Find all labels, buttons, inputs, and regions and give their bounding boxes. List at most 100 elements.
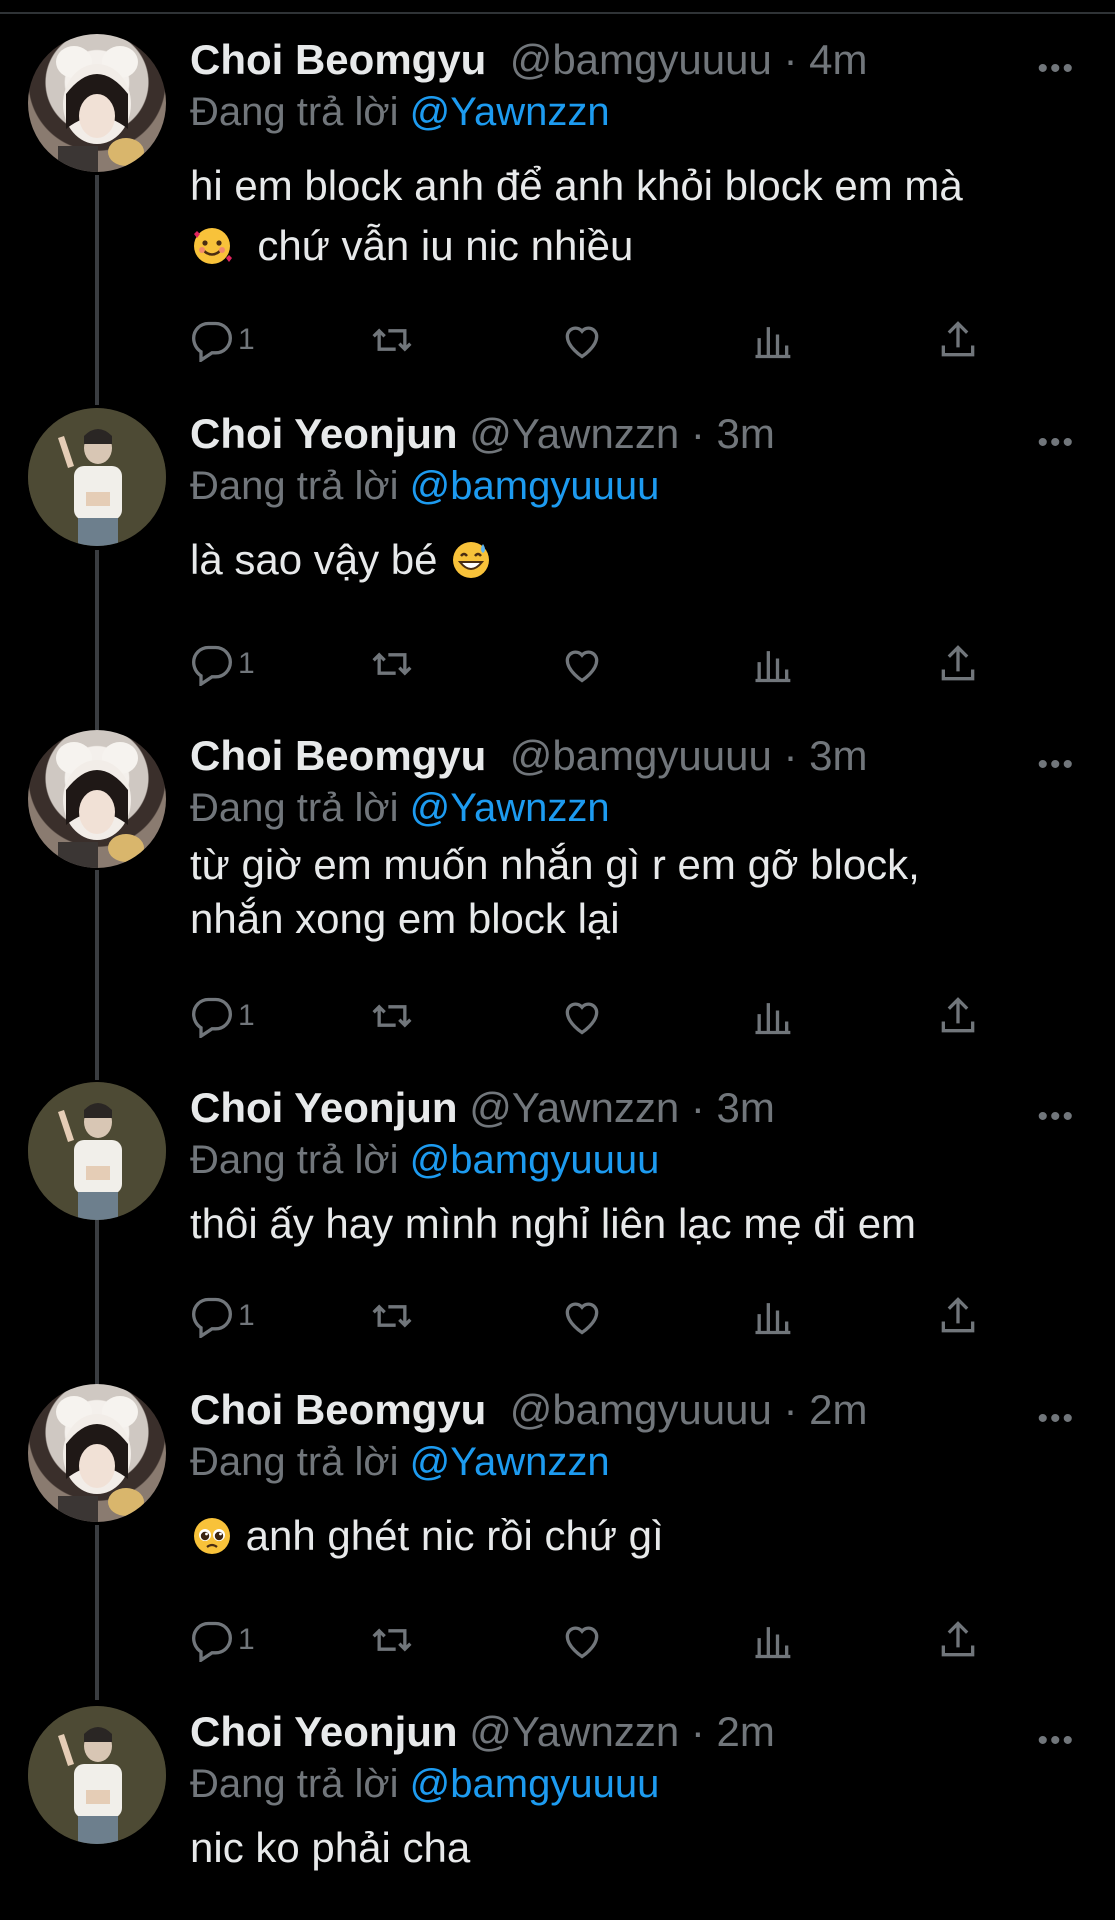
like-button[interactable] — [560, 316, 604, 364]
author-handle[interactable]: @bamgyuuuu — [510, 1386, 772, 1433]
smiling-face-with-hearts-icon — [194, 228, 232, 264]
views-button[interactable] — [750, 640, 794, 688]
tweet-text: là sao vậy bé — [190, 530, 1080, 590]
tweet-actions: 1 — [190, 316, 1010, 364]
like-button[interactable] — [560, 640, 604, 688]
tweet-text-line: thôi ấy hay mình nghỉ liên lạc mẹ đi em — [190, 1200, 917, 1247]
share-button[interactable] — [936, 1292, 980, 1340]
reply-thread: Choi Beomgyu @bamgyuuuu · 4m ••• Đang tr… — [0, 0, 1115, 1920]
separator: · — [690, 1084, 705, 1131]
reply-button[interactable]: 1 — [190, 1616, 255, 1664]
reply-button[interactable]: 1 — [190, 640, 255, 688]
retweet-button[interactable] — [370, 640, 414, 688]
mention-link[interactable]: @bamgyuuuu — [410, 464, 660, 508]
like-button[interactable] — [560, 992, 604, 1040]
more-options-icon[interactable]: ••• — [1037, 426, 1075, 460]
avatar[interactable] — [28, 408, 166, 546]
tweet-text-line: nic ko phải cha — [190, 1824, 471, 1871]
avatar[interactable] — [28, 730, 166, 868]
reply-button[interactable]: 1 — [190, 992, 255, 1040]
tweet-text-line: hi em block anh để anh khỏi block em mà — [190, 162, 963, 209]
reply-count: 1 — [238, 647, 255, 680]
avatar[interactable] — [28, 1706, 166, 1844]
more-options-icon[interactable]: ••• — [1037, 1100, 1075, 1134]
mention-link[interactable]: @bamgyuuuu — [410, 1762, 660, 1806]
retweet-button[interactable] — [370, 316, 414, 364]
replying-to: Đang trả lời @bamgyuuuu — [190, 1134, 659, 1186]
reply-count: 1 — [238, 999, 255, 1032]
reply-button[interactable]: 1 — [190, 1292, 255, 1340]
retweet-icon — [372, 1628, 412, 1652]
thread-line — [95, 175, 99, 405]
mention-link[interactable]: @bamgyuuuu — [410, 1138, 660, 1182]
separator: · — [690, 1708, 705, 1755]
author-handle[interactable]: @Yawnzzn — [469, 1708, 679, 1755]
pleading-face-icon — [194, 1518, 230, 1554]
mention-link[interactable]: @Yawnzzn — [410, 1440, 610, 1484]
heart-icon — [565, 326, 599, 359]
views-button[interactable] — [750, 1292, 794, 1340]
author-name[interactable]: Choi Yeonjun — [190, 1708, 458, 1755]
heart-icon — [565, 1302, 599, 1335]
replying-prefix: Đang trả lời — [190, 1138, 399, 1182]
replying-to: Đang trả lời @bamgyuuuu — [190, 460, 659, 512]
tweet-text-segment: chứ vẫn iu nic nhiều — [257, 222, 634, 269]
timestamp[interactable]: 3m — [809, 732, 867, 779]
mention-link[interactable]: @Yawnzzn — [410, 90, 610, 134]
author-handle[interactable]: @bamgyuuuu — [510, 36, 772, 83]
tweet-text-line: từ giờ em muốn nhắn gì r em gỡ block, — [190, 841, 920, 888]
author-name[interactable]: Choi Beomgyu — [190, 1386, 486, 1433]
mention-link[interactable]: @Yawnzzn — [410, 786, 610, 830]
like-button[interactable] — [560, 1292, 604, 1340]
retweet-button[interactable] — [370, 1616, 414, 1664]
views-button[interactable] — [750, 1616, 794, 1664]
top-divider — [0, 0, 1115, 14]
tweet-text-line: là sao vậy bé — [190, 530, 1080, 590]
tweet-text: anh ghét nic rồi chứ gì — [190, 1506, 1080, 1566]
retweet-button[interactable] — [370, 1292, 414, 1340]
avatar[interactable] — [28, 1082, 166, 1220]
analytics-icon — [755, 651, 791, 683]
author-handle[interactable]: @Yawnzzn — [469, 410, 679, 457]
more-options-icon[interactable]: ••• — [1037, 1724, 1075, 1758]
timestamp[interactable]: 2m — [717, 1708, 775, 1755]
reply-button[interactable]: 1 — [190, 316, 255, 364]
share-button[interactable] — [936, 640, 980, 688]
thread-line — [95, 1220, 99, 1390]
more-options-icon[interactable]: ••• — [1037, 52, 1075, 86]
avatar[interactable] — [28, 1384, 166, 1522]
heart-icon — [565, 1002, 599, 1035]
share-button[interactable] — [936, 316, 980, 364]
share-icon — [941, 321, 975, 357]
author-name[interactable]: Choi Beomgyu — [190, 732, 486, 779]
share-icon — [941, 997, 975, 1033]
tweet-actions: 1 — [190, 1616, 1010, 1664]
thread-line — [95, 550, 99, 730]
author-handle[interactable]: @Yawnzzn — [469, 1084, 679, 1131]
more-options-icon[interactable]: ••• — [1037, 748, 1075, 782]
tweet-header: Choi Beomgyu @bamgyuuuu · 2m — [190, 1384, 868, 1436]
tweet-text-segment: anh ghét nic rồi chứ gì — [245, 1512, 664, 1559]
timestamp[interactable]: 3m — [717, 1084, 775, 1131]
avatar[interactable] — [28, 34, 166, 172]
views-button[interactable] — [750, 316, 794, 364]
share-button[interactable] — [936, 1616, 980, 1664]
author-handle[interactable]: @bamgyuuuu — [510, 732, 772, 779]
reply-count: 1 — [238, 1623, 255, 1656]
author-name[interactable]: Choi Beomgyu — [190, 36, 486, 83]
views-button[interactable] — [750, 992, 794, 1040]
more-options-icon[interactable]: ••• — [1037, 1402, 1075, 1436]
replying-to: Đang trả lời @bamgyuuuu — [190, 1758, 659, 1810]
timestamp[interactable]: 2m — [809, 1386, 867, 1433]
tweet-text: từ giờ em muốn nhắn gì r em gỡ block, nh… — [190, 838, 1080, 946]
tweet-text: thôi ấy hay mình nghỉ liên lạc mẹ đi em — [190, 1194, 1080, 1254]
timestamp[interactable]: 3m — [717, 410, 775, 457]
share-button[interactable] — [936, 992, 980, 1040]
retweet-button[interactable] — [370, 992, 414, 1040]
like-button[interactable] — [560, 1616, 604, 1664]
timestamp[interactable]: 4m — [809, 36, 867, 83]
author-name[interactable]: Choi Yeonjun — [190, 410, 458, 457]
separator: · — [690, 410, 705, 457]
tweet-header: Choi Yeonjun @Yawnzzn · 3m — [190, 1082, 775, 1134]
author-name[interactable]: Choi Yeonjun — [190, 1084, 458, 1131]
